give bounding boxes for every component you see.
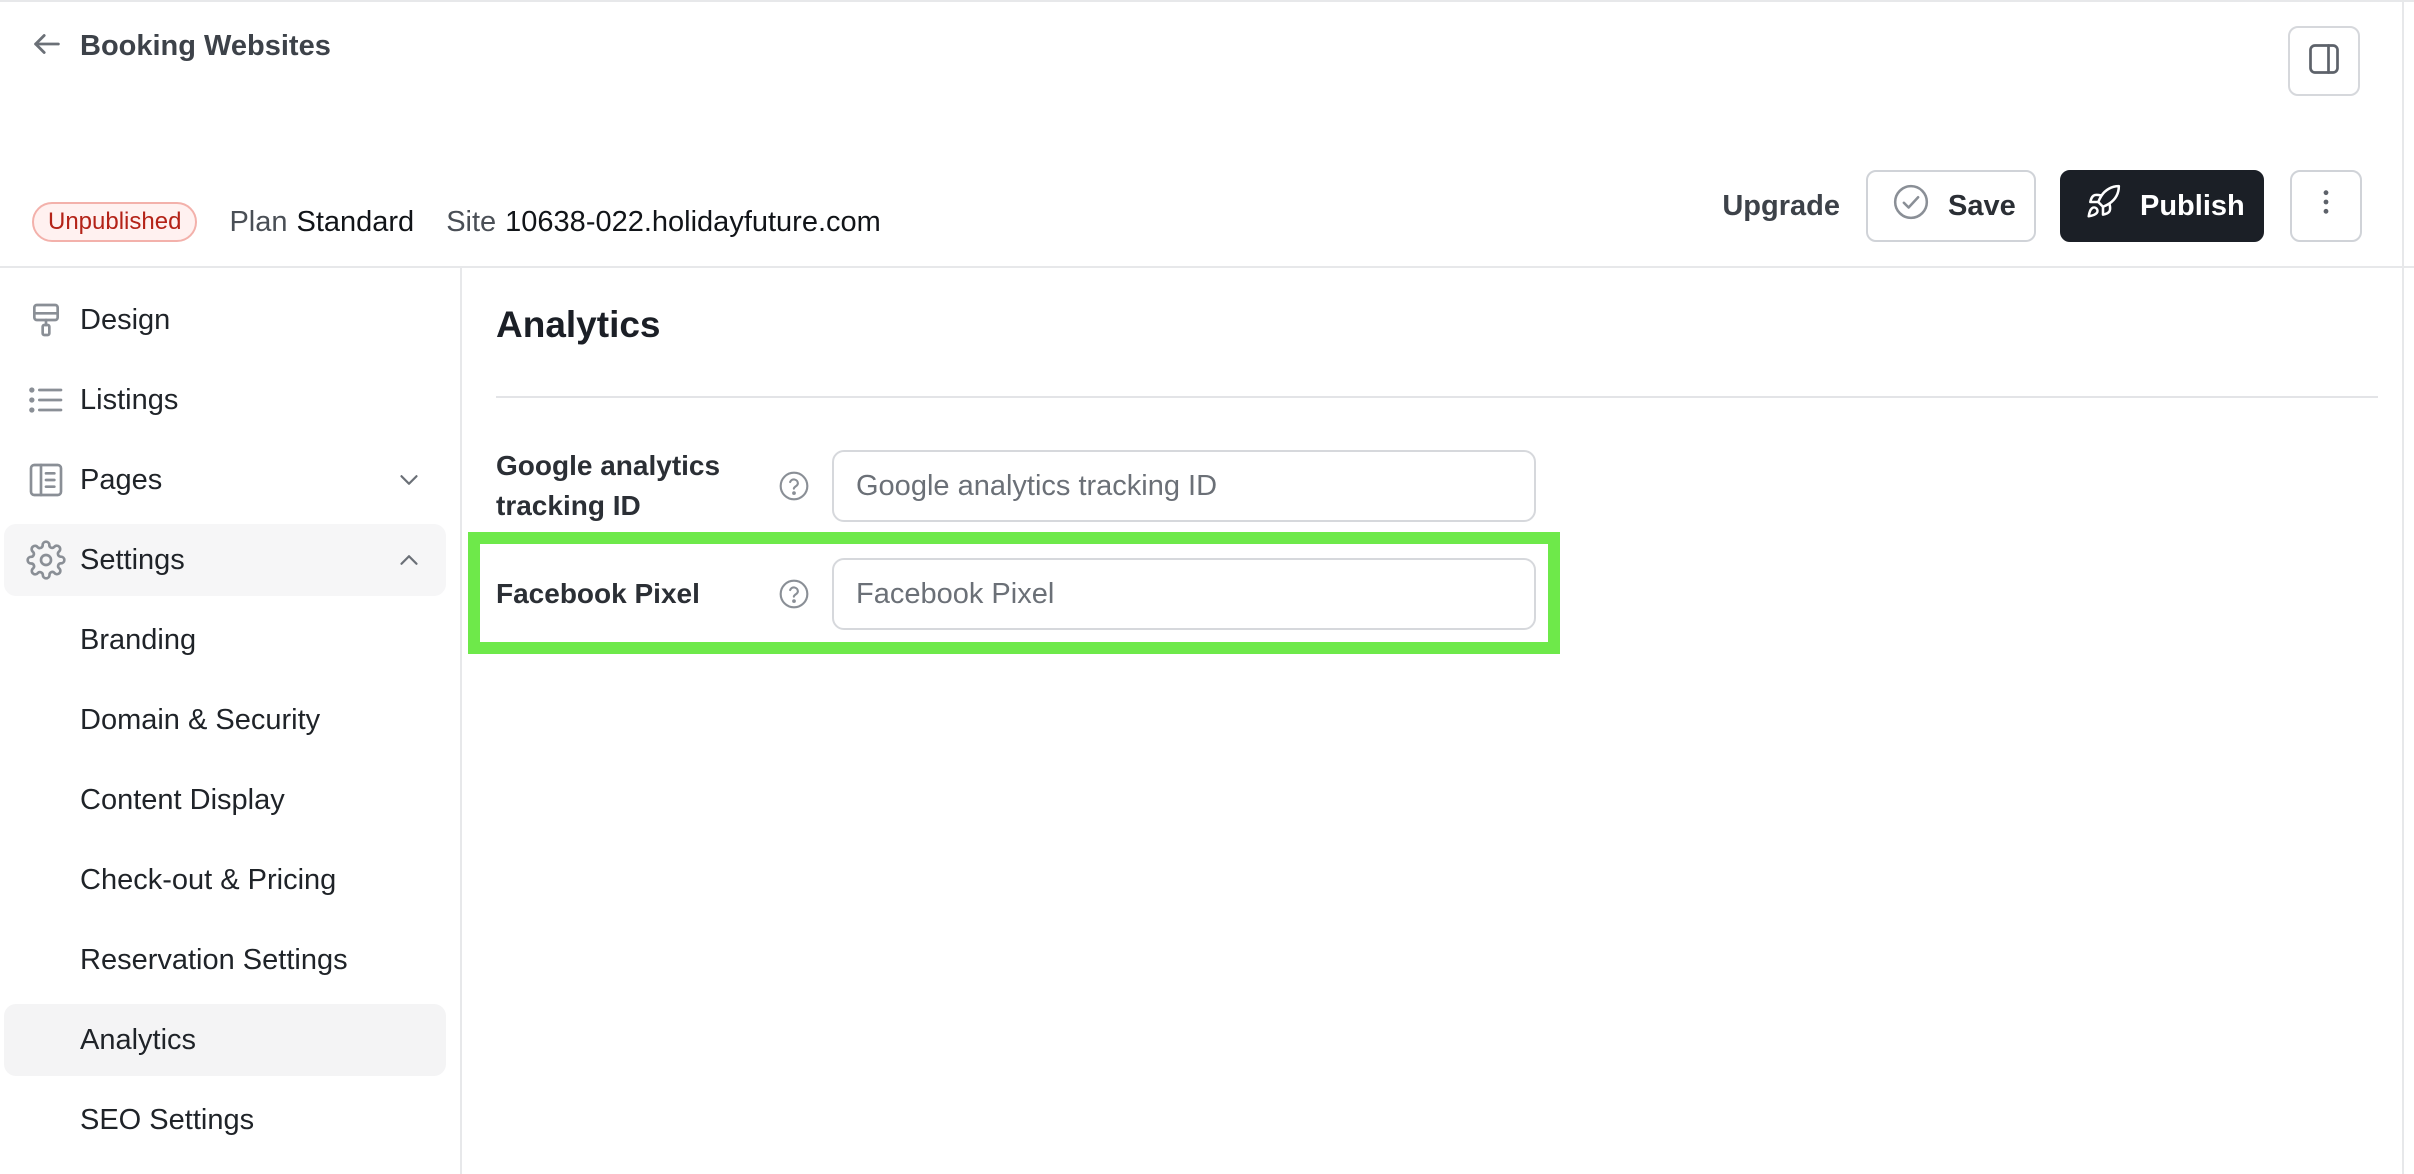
save-button[interactable]: Save — [1866, 170, 2036, 242]
sidebar-subitem-analytics[interactable]: Analytics — [4, 1004, 446, 1076]
sidebar-subitem-label: Analytics — [80, 1023, 197, 1056]
sidebar-item-label: Settings — [80, 543, 185, 576]
sidebar-subitem-seo-settings[interactable]: SEO Settings — [4, 1084, 446, 1156]
sidebar-subitem-label: Domain & Security — [80, 703, 321, 736]
sidebar-item-pages[interactable]: Pages — [4, 444, 446, 516]
sidebar-item-label: Listings — [80, 383, 179, 416]
plan-label: Plan — [229, 205, 288, 238]
sidebar-subitem-label: Reservation Settings — [80, 943, 348, 976]
facebook-pixel-input[interactable] — [832, 558, 1536, 630]
booking-website-settings-page: Booking Websites Unpublished Plan Standa… — [0, 0, 2414, 1174]
help-circle-icon[interactable] — [778, 578, 810, 610]
sidebar-divider — [460, 268, 462, 1174]
site-label: Site — [446, 205, 497, 238]
gear-icon — [26, 540, 66, 580]
panel-toggle-button[interactable] — [2288, 26, 2360, 96]
facebook-pixel-label: Facebook Pixel — [496, 578, 700, 609]
sidebar-subitem-branding[interactable]: Branding — [4, 604, 446, 676]
sidebar-subitem-content-display[interactable]: Content Display — [4, 764, 446, 836]
sidebar-item-settings[interactable]: Settings — [4, 524, 446, 596]
paint-roller-icon — [26, 300, 66, 340]
back-button[interactable]: Booking Websites — [30, 24, 331, 68]
google-analytics-input[interactable] — [832, 450, 1536, 522]
chevron-down-icon[interactable] — [394, 465, 424, 495]
sidebar-item-label: Pages — [80, 463, 163, 496]
publish-button-label: Publish — [2140, 189, 2245, 222]
sidebar-item-label: Design — [80, 303, 171, 336]
site-url: 10638-022.holidayfuture.com — [505, 205, 881, 238]
sidebar-subitem-reservation-settings[interactable]: Reservation Settings — [4, 924, 446, 996]
section-title: Analytics — [496, 304, 661, 345]
sidebar-subitem-label: Content Display — [80, 783, 285, 816]
rocket-icon — [2084, 183, 2122, 229]
page-title: Booking Websites — [80, 29, 331, 62]
status-badge: Unpublished — [32, 202, 198, 242]
sidebar-subitem-checkout-pricing[interactable]: Check-out & Pricing — [4, 844, 446, 916]
more-vertical-icon — [2310, 186, 2342, 226]
site-status-row: Unpublished Plan Standard Site 10638-022… — [32, 200, 881, 244]
help-circle-icon[interactable] — [778, 470, 810, 502]
header-actions: Upgrade Save Publish — [1722, 170, 2362, 242]
publish-button[interactable]: Publish — [2060, 170, 2264, 242]
sidebar-item-design[interactable]: Design — [4, 284, 446, 356]
top-border — [0, 0, 2414, 2]
arrow-left-icon — [30, 27, 64, 66]
book-open-icon — [26, 460, 66, 500]
sidebar-nav: Design Listings Pages Settings Branding … — [0, 284, 446, 1164]
check-circle-icon — [1892, 183, 1930, 229]
google-analytics-field-row: Google analytics tracking ID — [496, 446, 1536, 526]
sidebar-subitem-label: Check-out & Pricing — [80, 863, 337, 896]
sidebar-panel-icon — [2306, 41, 2342, 82]
list-icon — [26, 380, 66, 420]
facebook-pixel-field-row: Facebook Pixel — [496, 558, 1536, 630]
sidebar-subitem-label: Branding — [80, 623, 197, 656]
chevron-up-icon[interactable] — [394, 545, 424, 575]
upgrade-link[interactable]: Upgrade — [1722, 190, 1840, 223]
plan-value: Standard — [296, 205, 415, 238]
google-analytics-label: Google analytics tracking ID — [496, 450, 721, 521]
header-divider — [0, 266, 2414, 268]
sidebar-subitem-domain-security[interactable]: Domain & Security — [4, 684, 446, 756]
more-options-button[interactable] — [2290, 170, 2362, 242]
sidebar-item-listings[interactable]: Listings — [4, 364, 446, 436]
sidebar-subitem-label: SEO Settings — [80, 1103, 255, 1136]
content-divider — [496, 396, 2378, 398]
save-button-label: Save — [1948, 189, 2016, 222]
right-border — [2402, 0, 2404, 1174]
